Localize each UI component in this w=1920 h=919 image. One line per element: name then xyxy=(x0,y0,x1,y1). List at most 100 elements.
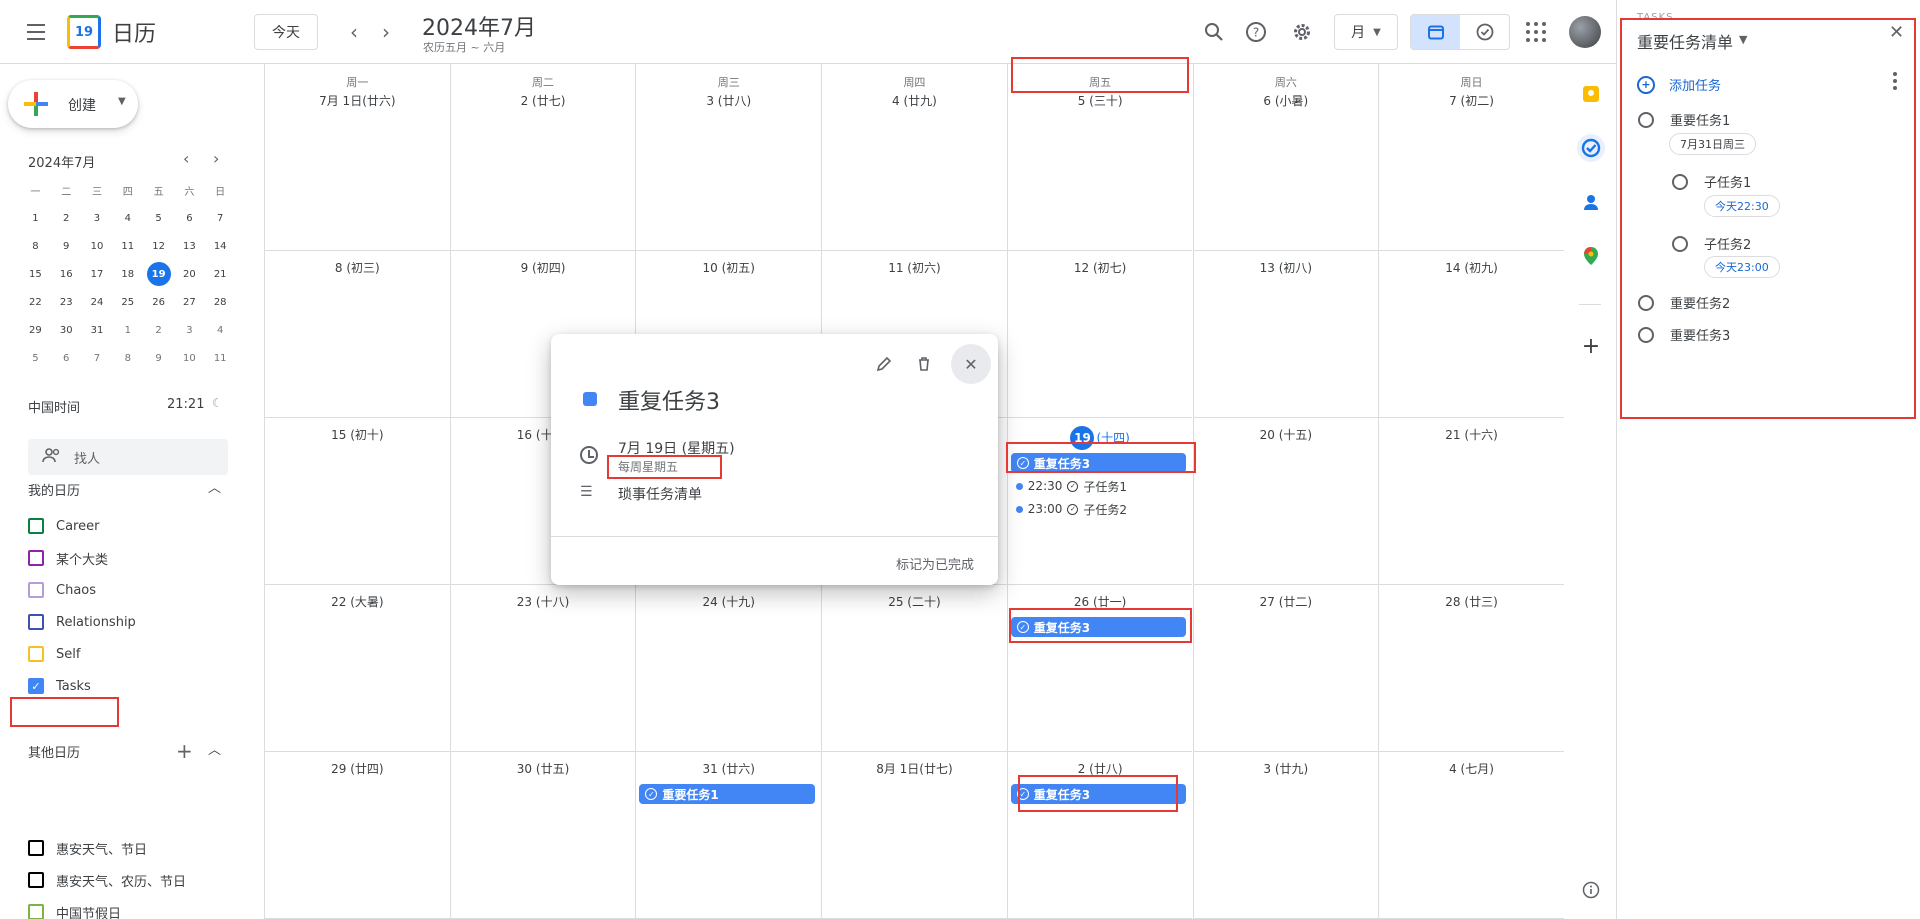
task-event-chip[interactable]: ✓ 重要任务1 xyxy=(639,784,816,804)
day-number[interactable]: 19 (十四) xyxy=(1008,426,1193,450)
task-due-chip[interactable]: 今天22:30 xyxy=(1704,195,1780,217)
mini-calendar-day[interactable]: 9 xyxy=(143,344,174,372)
mini-calendar-day[interactable]: 6 xyxy=(51,344,82,372)
day-cell[interactable]: 31 (廿六) ✓ 重要任务1 xyxy=(635,752,822,919)
mini-calendar-day[interactable]: 6 xyxy=(174,204,205,232)
day-cell[interactable]: 15 (初十) xyxy=(264,418,450,585)
day-cell[interactable]: 4 (七月) xyxy=(1378,752,1564,919)
keep-icon[interactable] xyxy=(1577,80,1605,108)
task-due-chip[interactable]: 今天23:00 xyxy=(1704,256,1780,278)
mini-calendar-day[interactable]: 29 xyxy=(20,316,51,344)
mini-calendar-day[interactable]: 15 xyxy=(20,260,51,288)
mini-calendar-day[interactable]: 19 xyxy=(143,260,174,288)
mini-calendar-day[interactable]: 23 xyxy=(51,288,82,316)
mini-calendar-day[interactable]: 10 xyxy=(82,232,113,260)
task-item[interactable]: 重要任务1 xyxy=(1638,110,1730,129)
calendar-checkbox[interactable]: ✓ xyxy=(28,678,44,694)
day-number[interactable]: 21 (十六) xyxy=(1379,426,1564,443)
search-icon[interactable] xyxy=(1198,16,1230,48)
my-calendar-item[interactable]: Chaos xyxy=(28,578,96,602)
mini-calendar-day[interactable]: 24 xyxy=(82,288,113,316)
day-cell[interactable]: 周日 7 (初二) xyxy=(1378,64,1564,251)
task-checkbox[interactable] xyxy=(1672,235,1688,252)
task-checkbox[interactable] xyxy=(1638,326,1654,343)
mini-calendar-day[interactable]: 25 xyxy=(112,288,143,316)
close-icon[interactable]: ✕ xyxy=(951,344,991,384)
day-number[interactable]: 13 (初八) xyxy=(1194,259,1379,276)
day-number[interactable]: 14 (初九) xyxy=(1379,259,1564,276)
calendar-checkbox[interactable] xyxy=(28,840,44,856)
help-icon[interactable]: ? xyxy=(1240,16,1272,48)
day-cell[interactable]: 周四 4 (廿九) xyxy=(821,64,1007,251)
mini-calendar-day[interactable]: 7 xyxy=(205,204,236,232)
day-number[interactable]: 29 (廿四) xyxy=(265,760,450,777)
tasks-icon[interactable] xyxy=(1577,134,1605,162)
mini-calendar-day[interactable]: 18 xyxy=(112,260,143,288)
mini-calendar-day[interactable]: 12 xyxy=(143,232,174,260)
view-select[interactable]: 月 ▼ xyxy=(1334,14,1398,50)
mini-calendar-day[interactable]: 4 xyxy=(112,204,143,232)
day-cell[interactable]: 22 (大暑) xyxy=(264,585,450,752)
day-cell[interactable]: 27 (廿二) xyxy=(1192,585,1379,752)
mini-calendar-day[interactable]: 30 xyxy=(51,316,82,344)
mini-calendar-day[interactable]: 27 xyxy=(174,288,205,316)
day-number[interactable]: 10 (初五) xyxy=(636,259,821,276)
day-number[interactable]: 31 (廿六) xyxy=(636,760,821,777)
chevron-right-icon[interactable]: › xyxy=(372,18,400,46)
task-event-chip[interactable]: ✓ 重复任务3 xyxy=(1010,617,1187,637)
mini-calendar-day[interactable]: 28 xyxy=(205,288,236,316)
day-number[interactable]: 24 (十九) xyxy=(636,593,821,610)
day-number[interactable]: 4 (廿九) xyxy=(822,92,1007,109)
subtask-item[interactable]: 子任务2 xyxy=(1672,234,1751,253)
chevron-up-icon[interactable]: ︿ xyxy=(208,477,221,496)
day-cell[interactable]: 28 (廿三) xyxy=(1378,585,1564,752)
day-cell[interactable]: 8 (初三) xyxy=(264,251,450,418)
day-cell[interactable]: 8月 1日(廿七) xyxy=(821,752,1007,919)
subtask-event[interactable]: 23:00 ✓ 子任务2 xyxy=(1015,500,1127,518)
day-cell[interactable]: 3 (廿九) xyxy=(1192,752,1379,919)
my-calendar-item[interactable]: Relationship xyxy=(28,610,136,634)
mini-calendar-day[interactable]: 8 xyxy=(20,232,51,260)
day-number[interactable]: 3 (廿八) xyxy=(636,92,821,109)
day-cell[interactable]: 20 (十五) xyxy=(1192,418,1379,585)
mini-calendar-day[interactable]: 14 xyxy=(205,232,236,260)
subtask-item[interactable]: 子任务1 xyxy=(1672,172,1751,191)
day-number[interactable]: 22 (大暑) xyxy=(265,593,450,610)
mini-calendar-day[interactable]: 21 xyxy=(205,260,236,288)
task-event-chip[interactable]: ✓ 重复任务3 xyxy=(1010,784,1187,804)
other-calendar-item[interactable]: 惠安天气、农历、节日 xyxy=(28,868,186,892)
info-icon[interactable] xyxy=(1577,876,1605,904)
day-number[interactable]: 25 (二十) xyxy=(822,593,1007,610)
day-cell[interactable]: 13 (初八) xyxy=(1192,251,1379,418)
task-checkbox[interactable] xyxy=(1638,111,1654,128)
add-calendar-icon[interactable]: + xyxy=(176,739,193,763)
mark-complete-button[interactable]: 标记为已完成 xyxy=(896,554,974,573)
maps-icon[interactable] xyxy=(1577,242,1605,270)
day-cell[interactable]: 23 (十八) xyxy=(449,585,636,752)
day-cell[interactable]: 25 (二十) xyxy=(821,585,1007,752)
create-button[interactable]: 创建 ▼ xyxy=(8,80,138,128)
chevron-left-icon[interactable]: ‹ xyxy=(340,18,368,46)
day-number[interactable]: 8月 1日(廿七) xyxy=(822,760,1007,777)
task-checkbox[interactable] xyxy=(1672,173,1688,190)
my-calendar-item[interactable]: ✓ Tasks xyxy=(28,674,91,698)
task-item[interactable]: 重要任务2 xyxy=(1638,293,1730,312)
mini-calendar-day[interactable]: 5 xyxy=(20,344,51,372)
mini-calendar-day[interactable]: 5 xyxy=(143,204,174,232)
day-cell[interactable]: 29 (廿四) xyxy=(264,752,450,919)
tasks-view-icon[interactable] xyxy=(1460,15,1509,49)
day-cell[interactable]: 14 (初九) xyxy=(1378,251,1564,418)
edit-icon[interactable] xyxy=(866,346,902,382)
day-cell[interactable]: 周一 7月 1日(廿六) xyxy=(264,64,450,251)
mini-calendar-day[interactable]: 11 xyxy=(205,344,236,372)
mini-calendar-day[interactable]: 31 xyxy=(82,316,113,344)
calendar-checkbox[interactable] xyxy=(28,518,44,534)
day-number[interactable]: 9 (初四) xyxy=(451,259,636,276)
my-calendar-item[interactable]: Self xyxy=(28,642,80,666)
other-calendar-item[interactable]: 惠安天气、节日 xyxy=(28,836,147,860)
mini-calendar-day[interactable]: 3 xyxy=(82,204,113,232)
find-people-input[interactable]: 找人 xyxy=(28,439,228,475)
day-cell[interactable]: 26 (廿一) ✓ 重复任务3 xyxy=(1006,585,1193,752)
mini-calendar-day[interactable]: 26 xyxy=(143,288,174,316)
day-cell[interactable]: 21 (十六) xyxy=(1378,418,1564,585)
